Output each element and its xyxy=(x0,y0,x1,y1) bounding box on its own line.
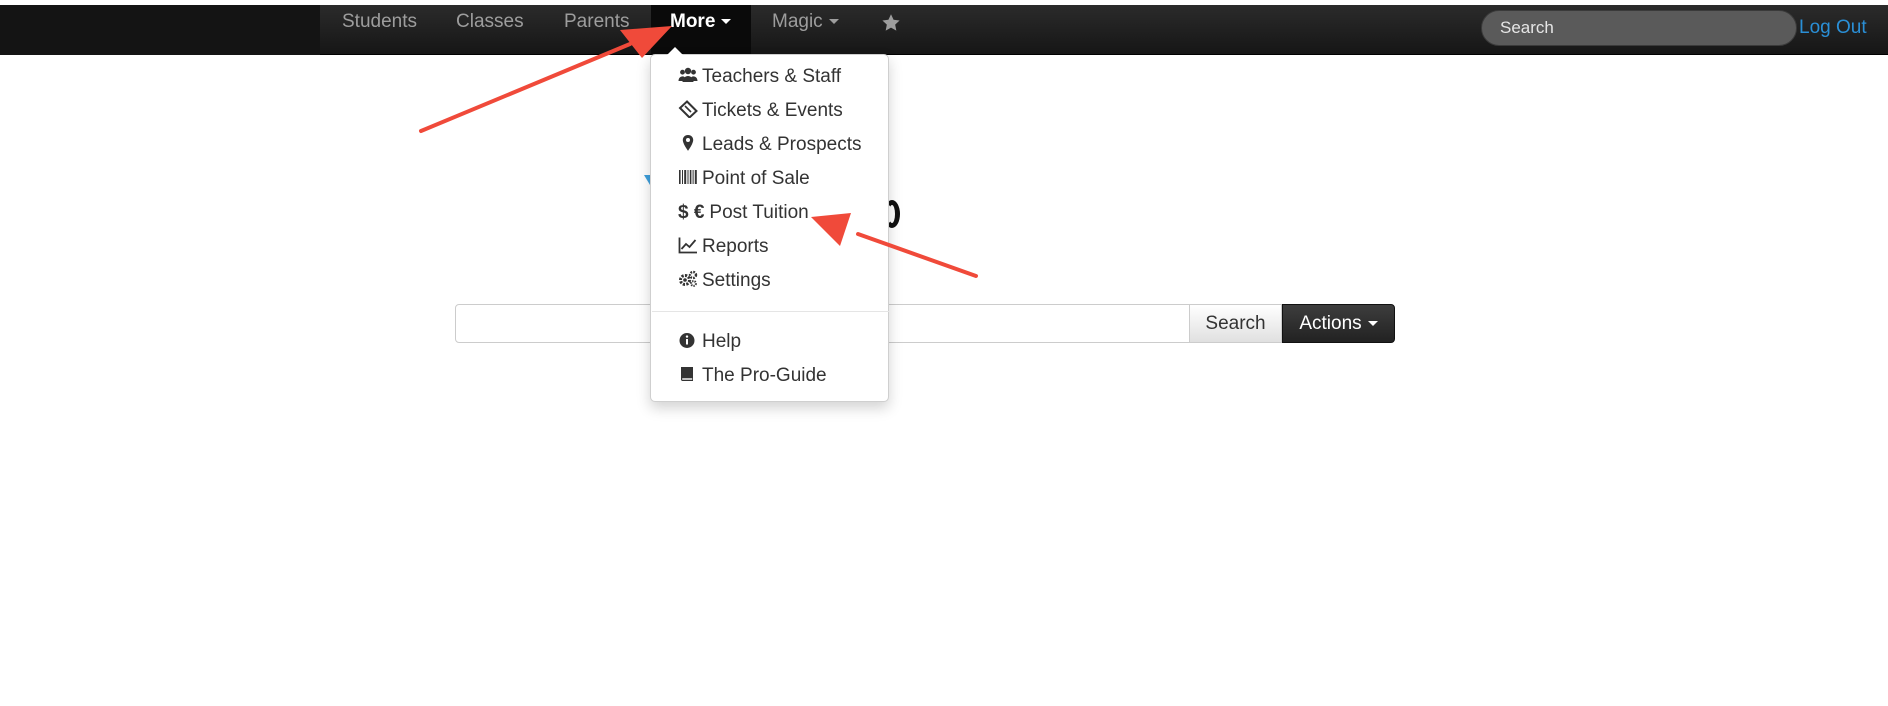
menu-item-label: Help xyxy=(702,331,742,352)
nav-classes[interactable]: Classes xyxy=(456,5,524,55)
nav-magic-label: Magic xyxy=(772,11,823,32)
menu-item-label: The Pro-Guide xyxy=(702,365,827,386)
book-icon xyxy=(678,365,698,383)
annotation-arrows xyxy=(419,26,978,278)
gears-icon xyxy=(678,270,698,288)
chevron-down-icon xyxy=(1367,320,1378,326)
users-icon xyxy=(678,66,698,84)
nav-classes-label: Classes xyxy=(456,11,524,32)
nav-students[interactable]: Students xyxy=(342,5,417,55)
chevron-down-icon xyxy=(721,19,732,25)
menu-item-leads-prospects[interactable]: Leads & Prospects xyxy=(678,131,861,159)
ticket-icon xyxy=(678,100,698,118)
menu-item-reports[interactable]: Reports xyxy=(678,233,769,261)
menu-item-settings[interactable]: Settings xyxy=(678,267,771,295)
menu-item-help[interactable]: Help xyxy=(678,328,741,356)
navbar-search-input[interactable] xyxy=(1481,10,1797,46)
nav-parents-label: Parents xyxy=(564,11,630,32)
menu-item-label: Tickets & Events xyxy=(702,100,843,121)
more-dropdown-menu: Teachers & Staff Tickets & Events Leads … xyxy=(650,47,889,402)
nav-more-label: More xyxy=(670,11,716,32)
line-chart-icon xyxy=(678,236,698,254)
menu-item-label: Point of Sale xyxy=(702,168,810,189)
menu-item-label: Teachers & Staff xyxy=(702,66,842,87)
chevron-down-icon xyxy=(828,19,839,25)
menu-item-label: Post Tuition xyxy=(709,202,809,223)
nav-students-label: Students xyxy=(342,11,417,32)
actions-dropdown-button[interactable]: Actions xyxy=(1282,304,1395,343)
menu-item-label: Reports xyxy=(702,236,769,257)
menu-item-pro-guide[interactable]: The Pro-Guide xyxy=(678,362,827,390)
main-search-button[interactable]: Search xyxy=(1189,304,1282,343)
top-navbar: Students Classes Parents More Magic Log … xyxy=(0,5,1888,55)
currency-icon: $ € xyxy=(678,202,705,223)
actions-button-label: Actions xyxy=(1299,312,1362,334)
barcode-icon xyxy=(678,168,698,186)
dropdown-notch xyxy=(667,47,683,55)
menu-item-post-tuition[interactable]: $ € Post Tuition xyxy=(678,199,809,227)
nav-magic-dropdown[interactable]: Magic xyxy=(772,5,839,55)
nav-parents[interactable]: Parents xyxy=(564,5,629,55)
menu-item-teachers-staff[interactable]: Teachers & Staff xyxy=(678,63,841,91)
map-marker-icon xyxy=(678,134,698,152)
menu-item-label: Settings xyxy=(702,270,771,291)
nav-more-dropdown[interactable]: More xyxy=(651,5,751,55)
star-icon[interactable] xyxy=(881,13,901,33)
navbar-brand-area xyxy=(0,5,320,55)
info-circle-icon xyxy=(678,331,698,349)
menu-item-label: Leads & Prospects xyxy=(702,134,862,155)
logout-link[interactable]: Log Out xyxy=(1799,17,1867,39)
app-window: Students Classes Parents More Magic Log … xyxy=(0,0,1888,706)
menu-item-tickets-events[interactable]: Tickets & Events xyxy=(678,97,843,125)
menu-item-point-of-sale[interactable]: Point of Sale xyxy=(678,165,810,193)
menu-divider xyxy=(652,311,889,312)
